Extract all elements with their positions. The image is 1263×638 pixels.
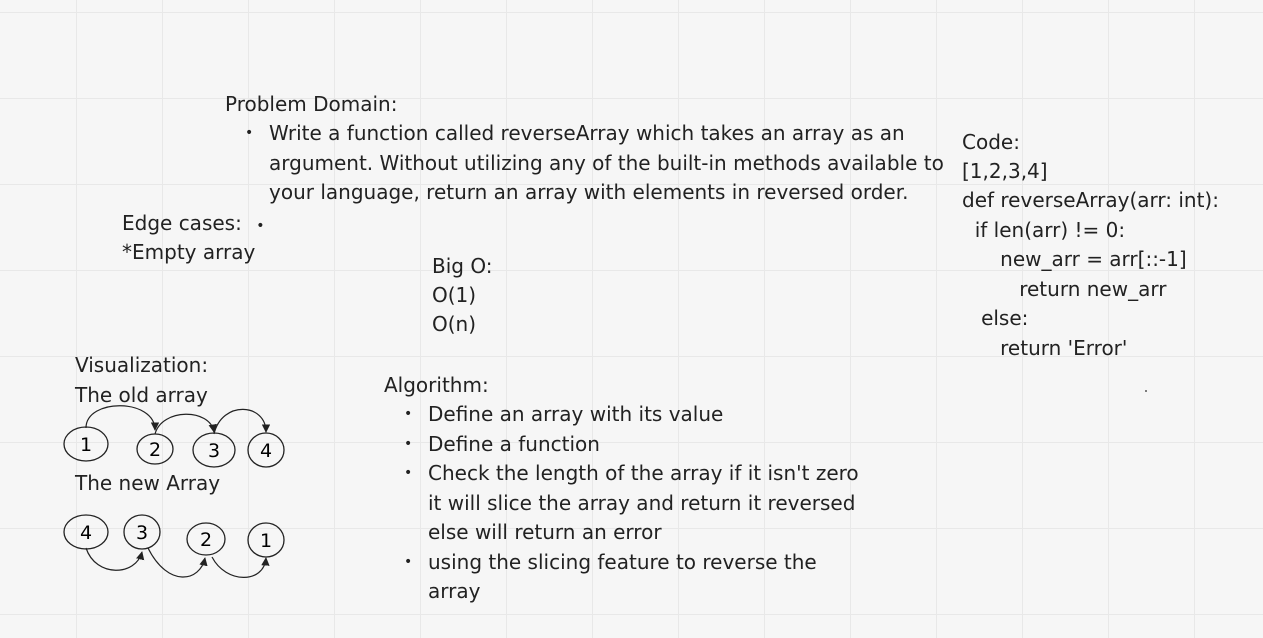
algorithm-bullet-item: Check the length of the array if it isn'…	[384, 459, 874, 548]
new-node: 2	[186, 522, 226, 556]
new-node: 3	[123, 514, 161, 550]
old-node-label: 1	[80, 434, 92, 456]
new-node-label: 3	[136, 522, 148, 544]
new-node-label: 2	[200, 529, 212, 551]
old-node: 4	[247, 432, 285, 468]
new-node: 1	[247, 522, 285, 558]
old-node: 2	[136, 433, 174, 465]
new-node-label: 4	[80, 522, 92, 544]
new-arrow-2-1	[211, 556, 270, 578]
new-node: 4	[63, 514, 109, 550]
old-arrow-2-3	[154, 413, 217, 435]
algorithm-bullets: Define an array with its value Define a …	[384, 400, 874, 607]
old-node-label: 3	[208, 440, 220, 462]
old-node: 3	[192, 432, 236, 468]
algorithm-bullet-item: Define an array with its value	[384, 400, 874, 430]
old-node-label: 4	[260, 440, 272, 462]
algorithm-heading: Algorithm:	[384, 373, 489, 397]
old-node-label: 2	[149, 439, 161, 461]
algorithm-bullet-item: Define a function	[384, 430, 874, 460]
algorithm-bullet-item: using the slicing feature to reverse the…	[384, 548, 874, 607]
old-node: 1	[63, 426, 109, 462]
new-arrow-4-3	[85, 547, 145, 571]
old-arrow-1-2	[85, 405, 160, 431]
old-arrow-3-4	[213, 408, 271, 435]
new-node-label: 1	[260, 530, 272, 552]
